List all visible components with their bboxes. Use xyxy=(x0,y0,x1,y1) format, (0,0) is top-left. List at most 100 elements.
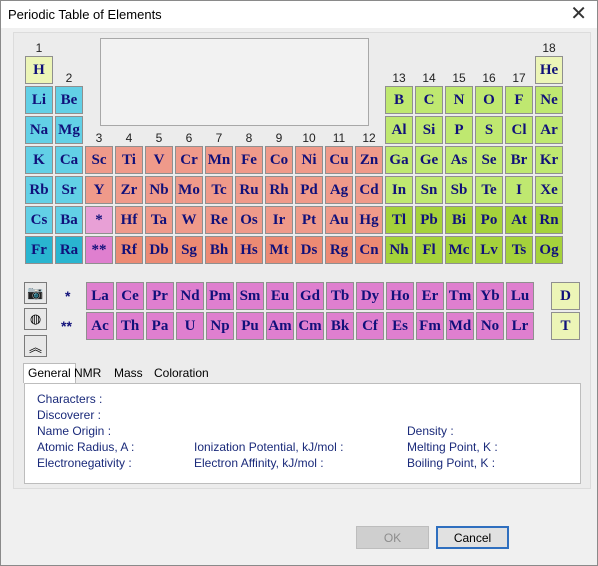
tab-nmr[interactable]: NMR xyxy=(70,364,105,382)
element-cell[interactable]: Hs xyxy=(235,236,263,264)
element-cell[interactable]: Y xyxy=(85,176,113,204)
element-cell[interactable]: Mc xyxy=(445,236,473,264)
element-cell[interactable]: F xyxy=(505,86,533,114)
element-cell[interactable]: K xyxy=(25,146,53,174)
element-cell[interactable]: P xyxy=(445,116,473,144)
element-cell[interactable]: Mg xyxy=(55,116,83,144)
element-cell[interactable]: Tc xyxy=(205,176,233,204)
element-cell[interactable]: Pu xyxy=(236,312,264,340)
element-cell[interactable]: Og xyxy=(535,236,563,264)
element-cell[interactable]: Ta xyxy=(145,206,173,234)
element-cell[interactable]: Gd xyxy=(296,282,324,310)
element-cell[interactable]: Ra xyxy=(55,236,83,264)
element-cell[interactable]: Ac xyxy=(86,312,114,340)
element-cell[interactable]: Fl xyxy=(415,236,443,264)
element-cell[interactable]: Cs xyxy=(25,206,53,234)
element-cell[interactable]: Hg xyxy=(355,206,383,234)
element-cell[interactable]: Te xyxy=(475,176,503,204)
element-cell[interactable]: Au xyxy=(325,206,353,234)
element-cell[interactable]: Pt xyxy=(295,206,323,234)
element-cell[interactable]: Eu xyxy=(266,282,294,310)
globe-icon[interactable]: ◍ xyxy=(24,308,47,330)
element-cell[interactable]: Li xyxy=(25,86,53,114)
element-cell[interactable]: Sr xyxy=(55,176,83,204)
element-cell[interactable]: Tl xyxy=(385,206,413,234)
element-cell[interactable]: Ga xyxy=(385,146,413,174)
element-cell[interactable]: Cn xyxy=(355,236,383,264)
element-cell[interactable]: Np xyxy=(206,312,234,340)
f-block-marker[interactable]: ** xyxy=(85,236,113,264)
element-cell[interactable]: Lv xyxy=(475,236,503,264)
element-cell[interactable]: Cf xyxy=(356,312,384,340)
double-chevron-up-icon[interactable]: ︽ xyxy=(24,335,47,357)
element-cell[interactable]: Hf xyxy=(115,206,143,234)
element-cell[interactable]: Fe xyxy=(235,146,263,174)
tab-coloration[interactable]: Coloration xyxy=(150,364,213,382)
element-cell[interactable]: Pr xyxy=(146,282,174,310)
element-cell[interactable]: Sb xyxy=(445,176,473,204)
element-cell[interactable]: As xyxy=(445,146,473,174)
element-cell[interactable]: Yb xyxy=(476,282,504,310)
element-cell[interactable]: C xyxy=(415,86,443,114)
element-cell[interactable]: Sm xyxy=(236,282,264,310)
element-cell[interactable]: Nd xyxy=(176,282,204,310)
element-cell[interactable]: Ti xyxy=(115,146,143,174)
element-cell[interactable]: Xe xyxy=(535,176,563,204)
element-cell[interactable]: Pd xyxy=(295,176,323,204)
element-cell[interactable]: Ag xyxy=(325,176,353,204)
element-cell[interactable]: La xyxy=(86,282,114,310)
element-cell[interactable]: Bi xyxy=(445,206,473,234)
element-cell[interactable]: Sc xyxy=(85,146,113,174)
element-cell[interactable]: Am xyxy=(266,312,294,340)
element-cell[interactable]: Ir xyxy=(265,206,293,234)
element-cell[interactable]: Tm xyxy=(446,282,474,310)
element-cell[interactable]: Rh xyxy=(265,176,293,204)
element-cell[interactable]: Dy xyxy=(356,282,384,310)
tab-general[interactable]: General xyxy=(23,363,76,383)
element-cell[interactable]: Db xyxy=(145,236,173,264)
element-cell[interactable]: Rg xyxy=(325,236,353,264)
tab-mass[interactable]: Mass xyxy=(110,364,147,382)
element-cell[interactable]: Ho xyxy=(386,282,414,310)
element-cell[interactable]: Rb xyxy=(25,176,53,204)
element-cell[interactable]: Fr xyxy=(25,236,53,264)
element-cell[interactable]: Th xyxy=(116,312,144,340)
element-cell[interactable]: Rn xyxy=(535,206,563,234)
element-cell[interactable]: H xyxy=(25,56,53,84)
element-cell[interactable]: Be xyxy=(55,86,83,114)
element-cell[interactable]: Po xyxy=(475,206,503,234)
isotope-cell[interactable]: D xyxy=(551,282,580,310)
element-cell[interactable]: Br xyxy=(505,146,533,174)
element-cell[interactable]: Si xyxy=(415,116,443,144)
element-cell[interactable]: Ne xyxy=(535,86,563,114)
element-cell[interactable]: Ts xyxy=(505,236,533,264)
close-icon[interactable]: ✕ xyxy=(570,3,587,25)
element-cell[interactable]: Cr xyxy=(175,146,203,174)
element-cell[interactable]: Co xyxy=(265,146,293,174)
element-cell[interactable]: B xyxy=(385,86,413,114)
element-cell[interactable]: U xyxy=(176,312,204,340)
element-cell[interactable]: Es xyxy=(386,312,414,340)
element-cell[interactable]: In xyxy=(385,176,413,204)
element-cell[interactable]: Re xyxy=(205,206,233,234)
element-cell[interactable]: No xyxy=(476,312,504,340)
element-cell[interactable]: I xyxy=(505,176,533,204)
element-cell[interactable]: Mt xyxy=(265,236,293,264)
element-cell[interactable]: S xyxy=(475,116,503,144)
element-cell[interactable]: Cm xyxy=(296,312,324,340)
element-cell[interactable]: He xyxy=(535,56,563,84)
element-cell[interactable]: Fm xyxy=(416,312,444,340)
element-cell[interactable]: W xyxy=(175,206,203,234)
element-cell[interactable]: Mn xyxy=(205,146,233,174)
element-cell[interactable]: N xyxy=(445,86,473,114)
isotope-cell[interactable]: T xyxy=(551,312,580,340)
element-cell[interactable]: Zr xyxy=(115,176,143,204)
f-block-marker[interactable]: * xyxy=(85,206,113,234)
element-cell[interactable]: Lr xyxy=(506,312,534,340)
element-cell[interactable]: Ar xyxy=(535,116,563,144)
element-cell[interactable]: Pa xyxy=(146,312,174,340)
element-cell[interactable]: Tb xyxy=(326,282,354,310)
element-cell[interactable]: Mo xyxy=(175,176,203,204)
element-cell[interactable]: Sg xyxy=(175,236,203,264)
element-cell[interactable]: Cl xyxy=(505,116,533,144)
